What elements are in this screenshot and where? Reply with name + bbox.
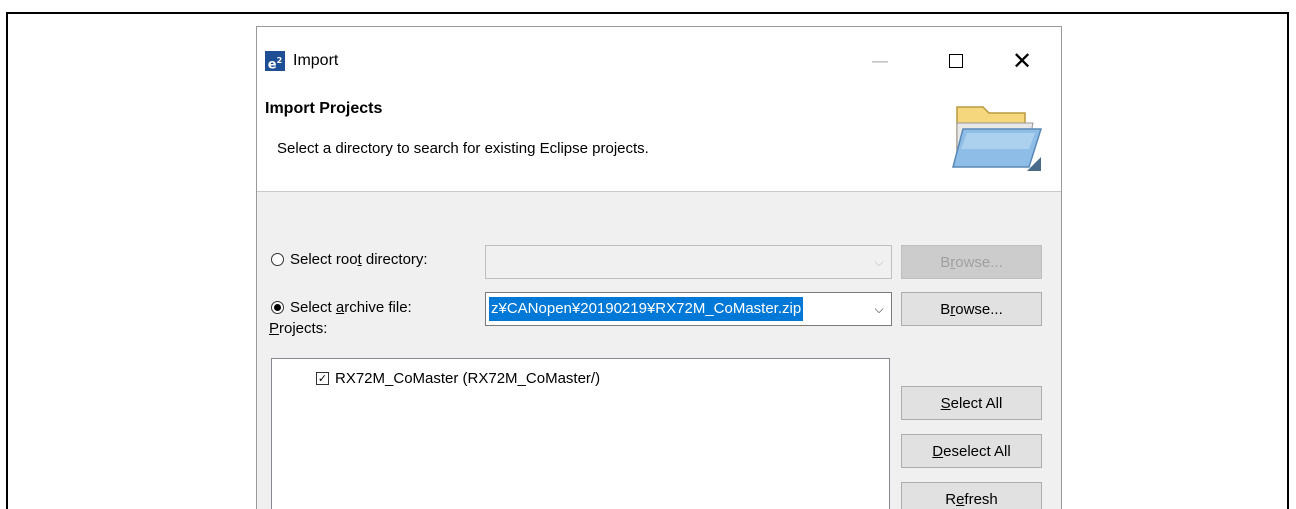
checkbox-checked-icon[interactable]: ✓	[316, 372, 329, 385]
select-root-directory-radio[interactable]: Select root directory:	[271, 251, 428, 268]
radio-selected-icon[interactable]	[271, 301, 284, 314]
select-archive-file-radio[interactable]: Select archive file:	[271, 299, 412, 316]
archive-file-combo[interactable]: z¥CANopen¥20190219¥RX72M_CoMaster.zip ⌵	[485, 292, 892, 326]
archive-file-label: Select archive file:	[290, 299, 412, 316]
chevron-down-icon[interactable]: ⌵	[867, 293, 891, 325]
e2-studio-app-icon: e2	[265, 51, 285, 72]
open-folder-icon	[952, 106, 1043, 171]
projects-label: Projects:	[269, 320, 328, 337]
select-all-button[interactable]: Select All	[901, 386, 1042, 420]
browse-root-button[interactable]: Br owse...	[901, 245, 1042, 279]
archive-file-value[interactable]: z¥CANopen¥20190219¥RX72M_CoMaster.zip	[489, 297, 804, 321]
wizard-header: Import Projects Select a directory to se…	[257, 91, 1061, 192]
minimize-icon[interactable]: —	[857, 41, 903, 81]
title-bar: e2 Import — ✕	[257, 27, 1061, 91]
page-title: Import Projects	[265, 100, 383, 117]
maximize-icon[interactable]	[933, 41, 979, 81]
page-description: Select a directory to search for existin…	[277, 140, 649, 157]
import-dialog: e2 Import — ✕ Import Projects Select a d…	[256, 26, 1062, 509]
root-directory-label: Select root directory:	[290, 251, 428, 268]
list-item[interactable]: ✓ RX72M_CoMaster (RX72M_CoMaster/)	[316, 370, 600, 387]
browse-archive-button[interactable]: Br owse...	[901, 292, 1042, 326]
root-directory-combo: ⌵	[485, 245, 892, 279]
project-label: RX72M_CoMaster (RX72M_CoMaster/)	[335, 370, 601, 387]
deselect-all-button[interactable]: Deselect All	[901, 434, 1042, 468]
chevron-down-icon: ⌵	[874, 254, 884, 269]
window-title: Import	[293, 52, 339, 69]
refresh-button[interactable]: Re fresh	[901, 482, 1042, 509]
projects-list[interactable]: ✓ RX72M_CoMaster (RX72M_CoMaster/)	[271, 358, 890, 509]
close-icon[interactable]: ✕	[999, 41, 1045, 81]
radio-unselected-icon[interactable]	[271, 253, 284, 266]
wizard-content: Select root directory: ⌵ Br owse... Selec…	[257, 192, 1061, 509]
